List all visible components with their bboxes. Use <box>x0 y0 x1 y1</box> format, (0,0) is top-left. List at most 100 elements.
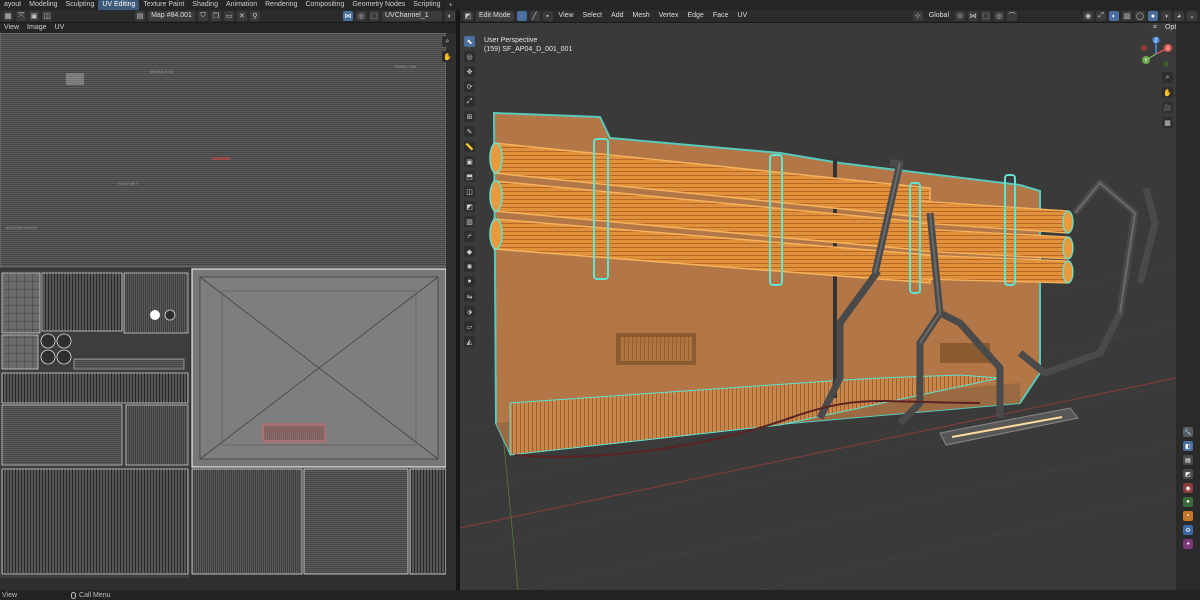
tab-geometry-nodes[interactable]: Geometry Nodes <box>348 0 409 10</box>
rip-region-icon[interactable]: ◭ <box>464 336 475 347</box>
tab-sculpting[interactable]: Sculpting <box>62 0 99 10</box>
uv-menu-uv[interactable]: UV <box>55 23 65 33</box>
menu-vertex[interactable]: Vertex <box>656 11 682 21</box>
poly-build-icon[interactable]: ◆ <box>464 246 475 257</box>
pivot-point-icon[interactable]: ⊙ <box>955 11 965 21</box>
output-props-icon[interactable]: ▤ <box>1183 455 1193 465</box>
3d-viewport[interactable] <box>460 23 1176 590</box>
tab-layout[interactable]: ayout <box>0 0 25 10</box>
pin-icon[interactable]: ⚲ <box>249 11 260 21</box>
pan-hand-icon[interactable]: ✋ <box>442 51 453 62</box>
xray-toggle-icon[interactable]: ▨ <box>1122 11 1132 21</box>
uv-overlay-icon[interactable]: ◐ <box>445 11 455 21</box>
extrude-icon[interactable]: ⬒ <box>464 171 475 182</box>
edge-slide-icon[interactable]: ⇋ <box>464 291 475 302</box>
view-object-types-icon[interactable]: ◉ <box>1083 11 1093 21</box>
editor-type-icon[interactable]: ▦ <box>3 11 13 21</box>
scale-icon[interactable]: ⤢ <box>464 96 475 107</box>
knife-icon[interactable]: ⌿ <box>464 231 475 242</box>
face-select-icon[interactable]: ▪ <box>542 11 553 21</box>
spin-icon[interactable]: ✺ <box>464 261 475 272</box>
menu-face[interactable]: Face <box>710 11 732 21</box>
tab-texture-paint[interactable]: Texture Paint <box>139 0 188 10</box>
measure-icon[interactable]: 📏 <box>464 141 475 152</box>
object-props-icon[interactable]: ▪ <box>1183 511 1193 521</box>
orientation-dropdown[interactable]: Global <box>926 11 952 21</box>
tab-shading[interactable]: Shading <box>188 0 222 10</box>
view-layer-props-icon[interactable]: ◩ <box>1183 469 1193 479</box>
gizmo-toggle-icon[interactable]: ⤢ <box>1096 11 1106 21</box>
camera-view-icon[interactable]: 🎥 <box>1162 102 1173 113</box>
render-props-icon[interactable]: ◧ <box>1183 441 1193 451</box>
transform-icon[interactable]: ⊞ <box>464 111 475 122</box>
gizmo-neg-y[interactable] <box>1163 61 1169 67</box>
edge-select-icon[interactable]: ╱ <box>529 11 540 21</box>
zoom-icon[interactable]: ⌕ <box>442 36 453 47</box>
snap-target-icon[interactable]: ⬚ <box>981 11 991 21</box>
shading-rendered-icon[interactable]: ◕ <box>1174 11 1184 21</box>
zoom-view-icon[interactable]: ⌕ <box>1162 72 1173 83</box>
uv-menu-image[interactable]: Image <box>27 23 46 33</box>
tab-modeling[interactable]: Modeling <box>25 0 61 10</box>
fake-user-icon[interactable]: ⛉ <box>197 11 208 21</box>
xray-icon[interactable]: ⌗ <box>1150 23 1160 33</box>
uv-sync-icon[interactable]: ◫ <box>42 11 52 21</box>
smooth-icon[interactable]: ● <box>464 276 475 287</box>
proportional-falloff-icon[interactable]: ⌒ <box>1007 11 1017 21</box>
vertex-select-icon[interactable]: · <box>516 11 527 21</box>
tab-scripting[interactable]: Scripting <box>409 0 444 10</box>
loop-cut-icon[interactable]: ▥ <box>464 216 475 227</box>
shading-options-icon[interactable]: ⌄ <box>1187 11 1197 21</box>
menu-uv[interactable]: UV <box>734 11 750 21</box>
shading-material-icon[interactable]: ◑ <box>1161 11 1171 21</box>
move-icon[interactable]: ✥ <box>464 66 475 77</box>
uv-channel-field[interactable]: UVChannel_1 <box>382 11 442 21</box>
mode-dropdown[interactable]: Edit Mode <box>476 11 514 21</box>
material-props-icon[interactable]: ◕ <box>1183 539 1193 549</box>
new-image-icon[interactable]: ❐ <box>210 11 221 21</box>
tab-compositing[interactable]: Compositing <box>301 0 348 10</box>
modifier-props-icon[interactable]: ⚙ <box>1183 525 1193 535</box>
add-cube-icon[interactable]: ▣ <box>464 156 475 167</box>
pivot-icon[interactable]: ⤧ <box>16 11 26 21</box>
uv-menu-view[interactable]: View <box>4 23 19 33</box>
menu-select[interactable]: Select <box>580 11 605 21</box>
proportional-editing-icon[interactable]: ◎ <box>994 11 1004 21</box>
bevel-icon[interactable]: ◩ <box>464 201 475 212</box>
image-browse-icon[interactable]: ▤ <box>135 11 146 21</box>
shrink-fatten-icon[interactable]: ⬗ <box>464 306 475 317</box>
overlay-toggle-icon[interactable]: ◐ <box>1109 11 1119 21</box>
navigation-gizmo[interactable]: X Y Z <box>1138 36 1174 72</box>
orientation-icon[interactable]: ⊹ <box>912 11 923 21</box>
menu-mesh[interactable]: Mesh <box>630 11 653 21</box>
add-workspace-button[interactable]: + <box>445 2 457 9</box>
unlink-image-icon[interactable]: ✕ <box>236 11 247 21</box>
gizmo-neg-x[interactable] <box>1141 45 1147 51</box>
snap-icon[interactable]: ⋈ <box>968 11 978 21</box>
menu-add[interactable]: Add <box>608 11 626 21</box>
uv-snap-icon[interactable]: ⋈ <box>343 11 353 21</box>
shading-solid-icon[interactable]: ● <box>1148 11 1158 21</box>
world-props-icon[interactable]: ● <box>1183 497 1193 507</box>
scene-props-icon[interactable]: ◉ <box>1183 483 1193 493</box>
tab-animation[interactable]: Animation <box>222 0 261 10</box>
open-image-icon[interactable]: ▭ <box>223 11 234 21</box>
tool-props-icon[interactable]: 🔧 <box>1183 427 1193 437</box>
select-box-icon[interactable]: ⬉ <box>464 36 475 47</box>
inset-icon[interactable]: ◫ <box>464 186 475 197</box>
menu-edge[interactable]: Edge <box>685 11 707 21</box>
cursor-icon[interactable]: ◎ <box>464 51 475 62</box>
shear-icon[interactable]: ▱ <box>464 321 475 332</box>
editor-type-3d-icon[interactable]: ◩ <box>463 11 473 21</box>
rotate-icon[interactable]: ⟳ <box>464 81 475 92</box>
perspective-toggle-icon[interactable]: ▦ <box>1162 117 1173 128</box>
tab-rendering[interactable]: Rendering <box>261 0 301 10</box>
annotate-icon[interactable]: ✎ <box>464 126 475 137</box>
uv-select-mode-icon[interactable]: ▣ <box>29 11 39 21</box>
uv-proportional-icon[interactable]: ◎ <box>356 11 366 21</box>
shading-wireframe-icon[interactable]: ◯ <box>1135 11 1145 21</box>
menu-view[interactable]: View <box>556 11 577 21</box>
image-name-field[interactable]: Map #84.001 <box>148 11 195 21</box>
uv-map-icon[interactable]: ⬚ <box>369 11 379 21</box>
tab-uv-editing[interactable]: UV Editing <box>98 0 140 10</box>
